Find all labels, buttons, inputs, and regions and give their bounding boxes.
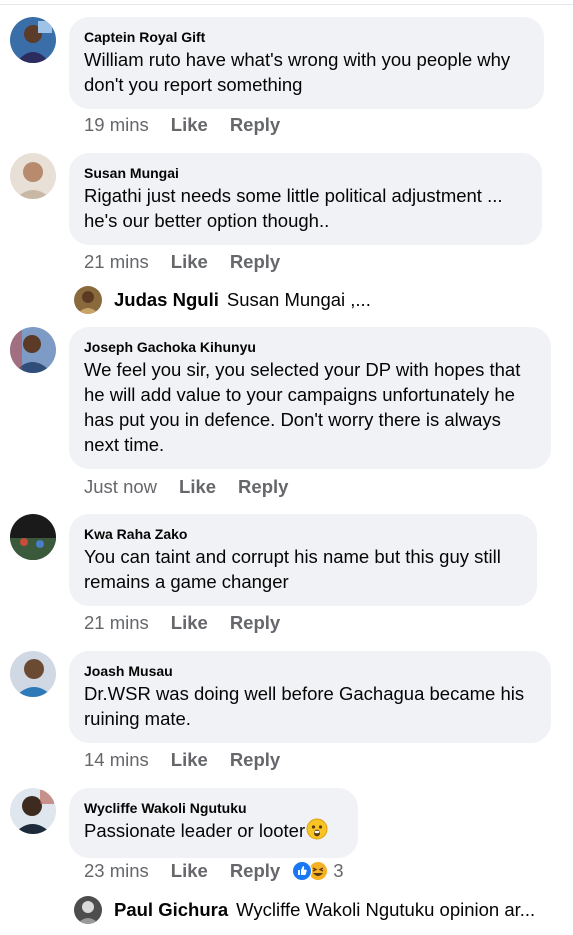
comment-bubble: Joash Musau Dr.WSR was doing well before… (69, 651, 551, 743)
comment-text: We feel you sir, you selected your DP wi… (84, 359, 521, 455)
avatar[interactable] (10, 17, 56, 63)
comment-bubble: Susan Mungai Rigathi just needs some lit… (69, 153, 542, 245)
comment-time[interactable]: 23 mins (84, 859, 149, 883)
comment-text: William ruto have what's wrong with you … (84, 49, 511, 95)
comment-actions: 21 mins Like Reply (84, 250, 280, 274)
comment-text: Passionate leader or looter (84, 818, 342, 846)
top-divider (0, 4, 573, 5)
comment-time[interactable]: 21 mins (84, 250, 149, 274)
avatar[interactable] (10, 327, 56, 373)
thumbs-up-icon (292, 861, 313, 881)
comment-author[interactable]: Joseph Gachoka Kihunyu (84, 338, 535, 356)
reply-button[interactable]: Reply (230, 250, 280, 274)
reaction-count: 3 (333, 860, 344, 881)
comment-actions: 14 mins Like Reply (84, 748, 280, 772)
reply-button[interactable]: Reply (230, 748, 280, 772)
comment-text: Rigathi just needs some little political… (84, 185, 503, 231)
reply-preview[interactable]: Paul Gichura Wycliffe Wakoli Ngutuku opi… (74, 896, 535, 924)
reply-button[interactable]: Reply (238, 475, 288, 499)
comment-bubble: Captein Royal Gift William ruto have wha… (69, 17, 544, 109)
comment-time[interactable]: 19 mins (84, 113, 149, 137)
reply-button[interactable]: Reply (230, 113, 280, 137)
comment-text: Dr.WSR was doing well before Gachagua be… (84, 683, 525, 729)
comment-time[interactable]: Just now (84, 475, 157, 499)
avatar[interactable] (10, 651, 56, 697)
avatar (74, 896, 102, 924)
avatar[interactable] (10, 788, 56, 834)
reply-button[interactable]: Reply (230, 859, 280, 883)
reply-snippet: Susan Mungai ,... (226, 289, 371, 310)
comment-text-content: Passionate leader or looter (84, 820, 306, 841)
avatar (74, 286, 102, 314)
comment-bubble: Joseph Gachoka Kihunyu We feel you sir, … (69, 327, 551, 469)
avatar[interactable] (10, 153, 56, 199)
comment-bubble: Wycliffe Wakoli Ngutuku Passionate leade… (69, 788, 358, 858)
like-button[interactable]: Like (179, 475, 216, 499)
avatar[interactable] (10, 514, 56, 560)
comment-time[interactable]: 14 mins (84, 748, 149, 772)
comment-actions: 23 mins Like Reply 3 (84, 859, 344, 883)
like-button[interactable]: Like (171, 611, 208, 635)
reply-preview[interactable]: Judas Nguli Susan Mungai ,... (74, 286, 371, 314)
like-button[interactable]: Like (171, 748, 208, 772)
comment-author[interactable]: Joash Musau (84, 662, 535, 680)
comment-author[interactable]: Wycliffe Wakoli Ngutuku (84, 799, 342, 817)
comment-author[interactable]: Kwa Raha Zako (84, 525, 521, 543)
like-button[interactable]: Like (171, 250, 208, 274)
comment-time[interactable]: 21 mins (84, 611, 149, 635)
like-button[interactable]: Like (171, 859, 208, 883)
comment-author[interactable]: Susan Mungai (84, 164, 526, 182)
reply-author[interactable]: Paul Gichura (114, 899, 228, 921)
astonished-face-icon (306, 818, 328, 846)
comment-actions: 19 mins Like Reply (84, 113, 280, 137)
comment-author[interactable]: Captein Royal Gift (84, 28, 528, 46)
comment-actions: Just now Like Reply (84, 475, 288, 499)
reaction-summary[interactable]: 3 (292, 859, 344, 883)
reply-snippet: Wycliffe Wakoli Ngutuku opinion ar... (236, 899, 536, 920)
reply-button[interactable]: Reply (230, 611, 280, 635)
like-button[interactable]: Like (171, 113, 208, 137)
comment-text: You can taint and corrupt his name but t… (84, 546, 501, 592)
comment-actions: 21 mins Like Reply (84, 611, 280, 635)
comment-bubble: Kwa Raha Zako You can taint and corrupt … (69, 514, 537, 606)
reply-author[interactable]: Judas Nguli (114, 289, 219, 311)
